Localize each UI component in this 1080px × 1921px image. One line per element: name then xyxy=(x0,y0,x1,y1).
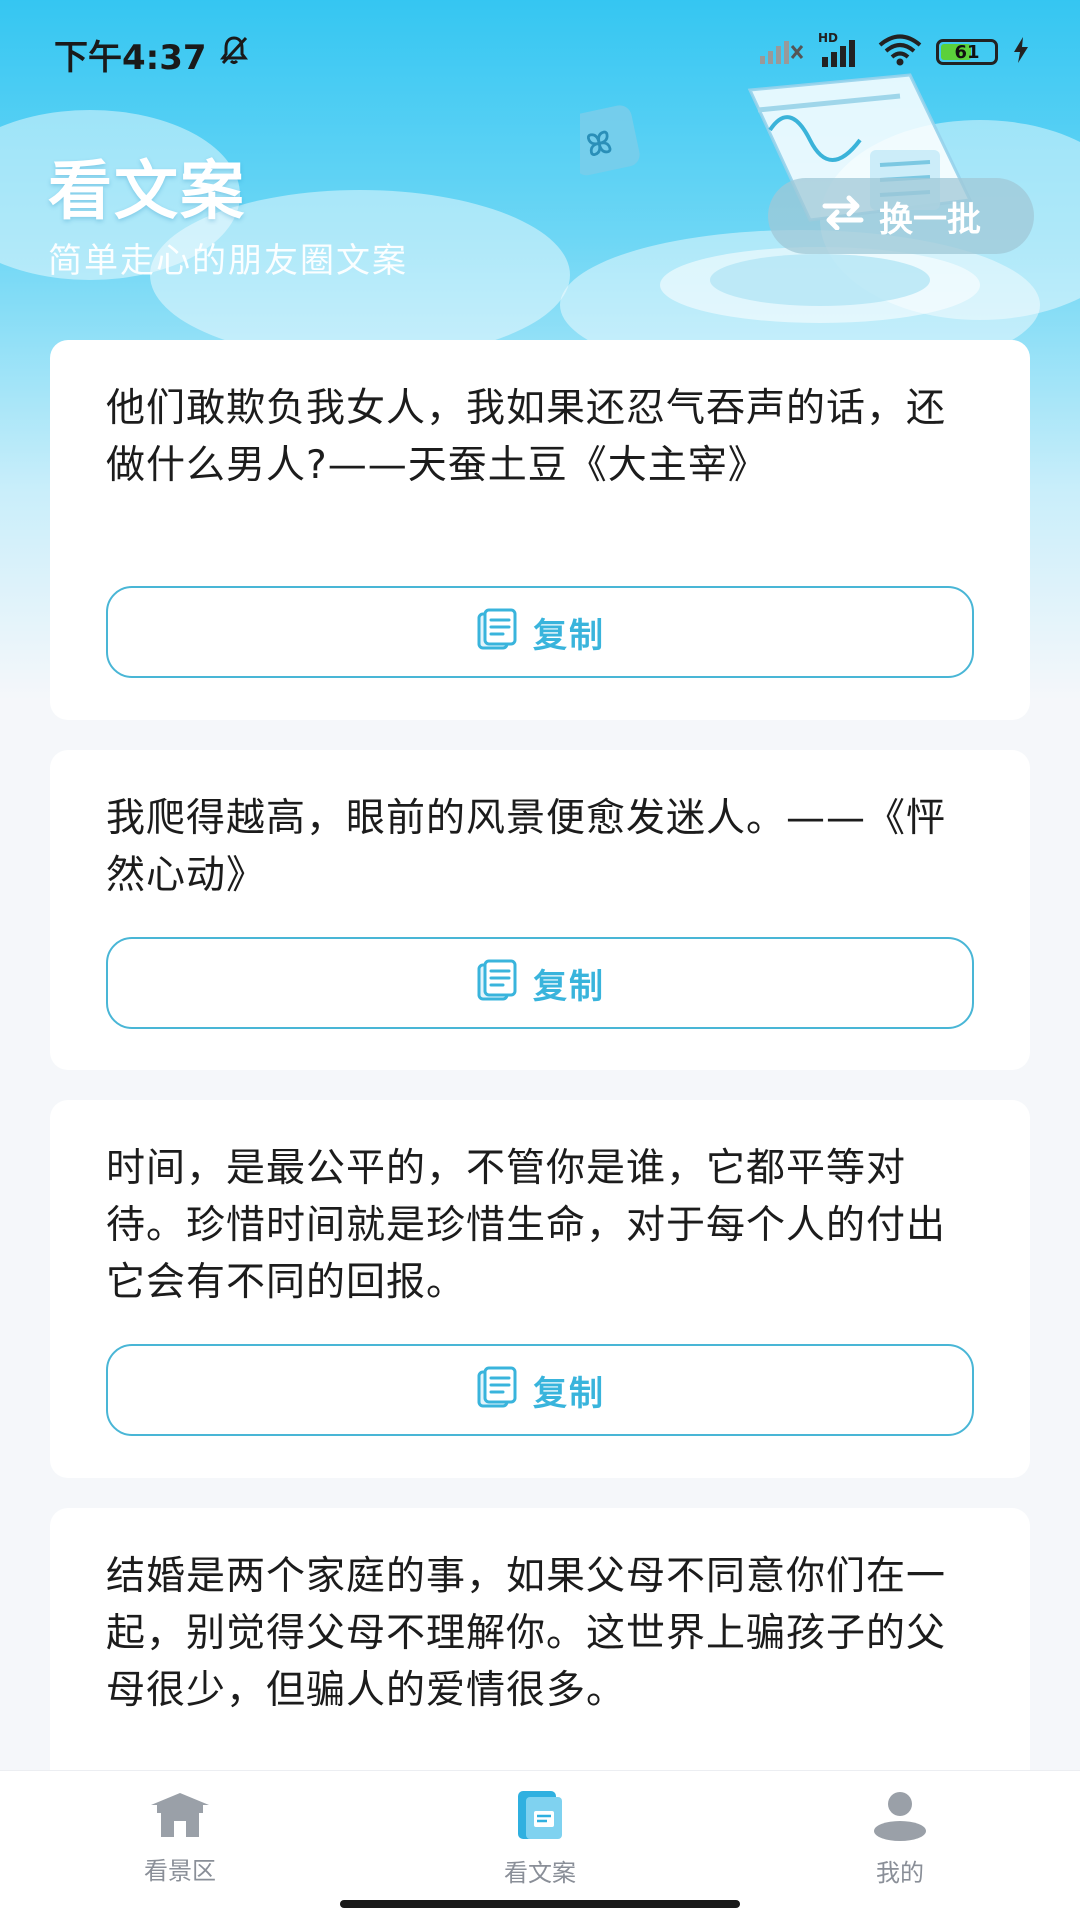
refresh-batch-label: 换一批 xyxy=(879,199,981,240)
quote-text: 他们敢欺负我女人，我如果还忍气吞声的话，还做什么男人?——天蚕土豆《大主宰》 xyxy=(106,386,947,488)
copy-label: 复制 xyxy=(533,615,605,656)
status-time-text: 下午4:37 xyxy=(54,38,207,78)
copy-document-icon xyxy=(475,1366,519,1414)
copy-button[interactable]: 复制 xyxy=(106,1344,974,1436)
bottom-navigation: 看景区 看文案 我的 xyxy=(0,1770,1080,1921)
document-icon xyxy=(512,1789,568,1845)
copy-button[interactable]: 复制 xyxy=(106,586,974,678)
swap-arrows-icon xyxy=(821,194,865,239)
signal-hd-icon: HD xyxy=(818,31,864,67)
nav-item-profile[interactable]: 我的 xyxy=(800,1789,1000,1888)
copy-label: 复制 xyxy=(533,1373,605,1414)
quote-text: 结婚是两个家庭的事，如果父母不同意你们在一起，别觉得父母不理解你。这世界上骗孩子… xyxy=(106,1554,947,1713)
copy-button[interactable]: 复制 xyxy=(106,937,974,1029)
nav-item-scenic[interactable]: 看景区 xyxy=(80,1789,280,1886)
home-indicator[interactable] xyxy=(340,1900,740,1908)
quote-card: 时间，是最公平的，不管你是谁，它都平等对待。珍惜时间就是珍惜生命，对于每个人的付… xyxy=(50,1100,1030,1478)
quote-card: 我爬得越高，眼前的风景便愈发迷人。——《怦然心动》 复制 xyxy=(50,750,1030,1070)
battery-indicator: 61 xyxy=(936,39,998,65)
battery-level-text: 61 xyxy=(954,41,980,63)
user-icon xyxy=(870,1789,930,1845)
nav-label: 看文案 xyxy=(504,1859,576,1887)
copy-label: 复制 xyxy=(533,966,605,1007)
nav-item-copywriting[interactable]: 看文案 xyxy=(440,1789,640,1888)
page-subtitle: 简单走心的朋友圈文案 xyxy=(48,241,408,281)
status-time: 下午4:37 xyxy=(54,30,251,79)
muted-bell-icon xyxy=(217,33,251,76)
charging-bolt-icon xyxy=(1012,36,1030,68)
status-icons: HD 61 xyxy=(760,31,1030,70)
quote-card: 他们敢欺负我女人，我如果还忍气吞声的话，还做什么男人?——天蚕土豆《大主宰》 复… xyxy=(50,340,1030,720)
refresh-batch-button[interactable]: 换一批 xyxy=(768,178,1034,254)
wifi-icon xyxy=(878,34,922,70)
pavilion-icon xyxy=(147,1789,213,1843)
nav-label: 看景区 xyxy=(144,1857,216,1885)
nav-label: 我的 xyxy=(876,1859,924,1887)
quote-card: 结婚是两个家庭的事，如果父母不同意你们在一起，别觉得父母不理解你。这世界上骗孩子… xyxy=(50,1508,1030,1798)
page-title: 看文案 xyxy=(48,155,246,229)
quote-text: 我爬得越高，眼前的风景便愈发迷人。——《怦然心动》 xyxy=(106,796,947,898)
copy-document-icon xyxy=(475,959,519,1007)
copy-document-icon xyxy=(475,608,519,656)
signal-off-icon xyxy=(760,36,804,68)
quote-text: 时间，是最公平的，不管你是谁，它都平等对待。珍惜时间就是珍惜生命，对于每个人的付… xyxy=(106,1146,947,1305)
